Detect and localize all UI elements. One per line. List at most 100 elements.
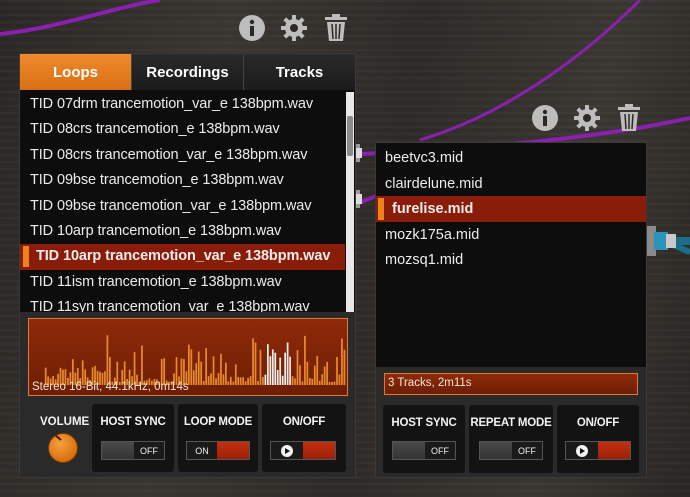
list-item[interactable]: TID 09bse trancemotion_var_e 138bpm.wav [20,194,345,219]
on-off-label: ON/OFF [576,417,620,429]
list-item[interactable]: clairdelune.mid [376,171,646,197]
waveform-bar [252,338,254,385]
waveform-bar [259,349,262,385]
waveform-bar [304,335,306,385]
waveform-bar [296,350,299,385]
waveform-bar [264,374,267,385]
power-toggle[interactable] [565,441,631,460]
left-panel-toolbar [238,14,350,42]
waveform-bar [271,349,274,385]
midi-controls: HOST SYNC OFF REPEAT MODE OFF ON/OFF [376,401,646,477]
tab-tracks[interactable]: Tracks [244,54,355,90]
waveform-bar [106,335,109,385]
waveform-bar [225,362,227,385]
loop-mode-label: LOOP MODE [183,416,253,428]
loop-mode-box: LOOP MODE ON [178,404,258,472]
waveform-bar [323,366,326,385]
list-item[interactable]: TID 10arp trancemotion_e 138bpm.wav [20,219,345,244]
waveform-bar [210,373,212,385]
power-toggle[interactable] [270,441,336,460]
scrollbar-thumb[interactable] [347,116,353,156]
waveform-bar [247,377,249,385]
waveform-bar [328,382,331,385]
output-jack[interactable] [646,222,690,262]
host-sync-label: HOST SYNC [391,417,457,429]
waveform-bar [217,373,220,385]
waveform-bar [336,356,338,385]
waveform-bar [267,344,269,385]
on-off-box: ON/OFF [557,405,639,473]
toggle-slider [102,442,134,459]
on-off-label: ON/OFF [282,416,326,428]
host-sync-toggle[interactable]: OFF [392,441,456,460]
toggle-slider [480,442,512,459]
list-scrollbar[interactable] [346,92,354,312]
repeat-mode-toggle[interactable]: OFF [479,441,543,460]
waveform-display[interactable]: Stereo 16-Bit, 44.1kHz, 0m14s [28,318,348,396]
loop-player-panel: Loops Recordings Tracks TID 07drm trance… [19,53,356,478]
list-item[interactable]: TID 11ism trancemotion_e 138bpm.wav [20,270,345,295]
trash-icon[interactable] [322,14,350,42]
loop-mode-state: ON [187,442,217,459]
list-item-selected[interactable]: TID 10arp trancemotion_var_e 138bpm.wav [20,244,345,270]
volume-knob[interactable] [48,433,78,463]
midi-track-list: beetvc3.mid clairdelune.mid furelise.mid… [376,145,646,365]
waveform-bar [249,376,252,385]
waveform-bar [291,376,294,385]
waveform-bar [234,364,237,385]
waveform-bar [269,356,272,385]
waveform-bar [289,356,291,385]
waveform-bar [321,374,324,385]
list-item[interactable]: TID 08crs trancemotion_var_e 138bpm.wav [20,143,345,168]
host-sync-label: HOST SYNC [100,416,166,428]
list-item[interactable]: TID 08crs trancemotion_e 138bpm.wav [20,117,345,142]
waveform-bar [215,378,217,385]
waveform-bar [239,377,242,385]
waveform-bar [192,370,195,385]
waveform-bar [220,353,222,385]
gear-icon[interactable] [573,104,601,132]
list-item-selected[interactable]: furelise.mid [376,196,646,222]
repeat-mode-box: REPEAT MODE OFF [469,405,553,473]
waveform-bar [200,361,203,385]
waveform-bar [222,374,225,385]
waveform-bar [197,351,200,385]
waveform-bar [229,376,232,385]
list-item[interactable]: TID 07drm trancemotion_var_e 138bpm.wav [20,92,345,117]
waveform-bar [257,381,259,385]
tab-recordings[interactable]: Recordings [132,54,244,90]
waveform-bar [318,380,321,385]
list-item[interactable]: mozk175a.mid [376,222,646,248]
play-icon [566,442,598,459]
list-item[interactable]: beetvc3.mid [376,145,646,171]
waveform-bar [195,363,198,385]
waveform-bar [281,375,284,385]
waveform-bar [244,381,247,385]
tab-loops[interactable]: Loops [20,54,132,90]
waveform-bar [212,356,215,385]
waveform-bar [316,355,319,385]
info-icon[interactable] [531,104,559,132]
waveform-bar [306,361,309,385]
list-item[interactable]: mozsq1.mid [376,247,646,273]
waveform-bar [242,377,245,385]
waveform-bar [202,381,205,385]
waveform-bar [294,378,296,385]
list-item[interactable]: TID 11syn trancemotion_var_e 138bpm.wav [20,295,345,312]
list-item[interactable]: TID 09bse trancemotion_e 138bpm.wav [20,168,345,193]
track-summary: 3 Tracks, 2m11s [384,373,638,395]
toggle-slider [217,442,249,459]
waveform-bar [141,345,143,385]
waveform-bar [338,374,341,385]
waveform-bar [286,342,289,385]
loop-mode-toggle[interactable]: ON [186,441,250,460]
info-icon[interactable] [238,14,266,42]
host-sync-state: OFF [134,442,164,459]
waveform-bar [341,338,343,385]
host-sync-toggle[interactable]: OFF [101,441,165,460]
gear-icon[interactable] [280,14,308,42]
waveform-bar [188,344,190,385]
trash-icon[interactable] [615,104,643,132]
waveform-area: Stereo 16-Bit, 44.1kHz, 0m14s [20,312,355,400]
play-icon [271,442,303,459]
